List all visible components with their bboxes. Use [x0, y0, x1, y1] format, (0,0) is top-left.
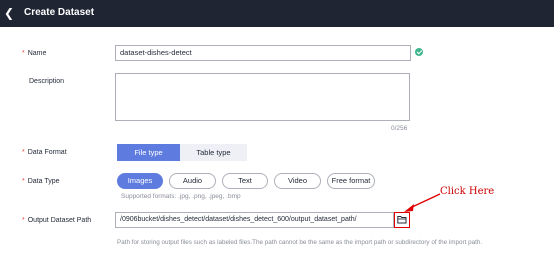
output-path-input[interactable]: /0906bucket/dishes_detect/dataset/dishes…: [115, 212, 394, 228]
arrow-annotation-icon: [404, 193, 441, 212]
page-title: Create Dataset: [24, 7, 95, 18]
char-counter: 0/256: [391, 125, 408, 132]
description-textarea[interactable]: [115, 73, 410, 121]
description-label: Description: [29, 78, 65, 85]
click-here-annotation: Click Here: [440, 186, 495, 197]
audio-option[interactable]: Audio: [169, 173, 216, 189]
folder-icon: [397, 216, 407, 224]
page-header: ❮ Create Dataset: [0, 0, 554, 27]
name-input[interactable]: dataset-dishes-detect: [115, 45, 411, 61]
browse-folder-button[interactable]: [394, 212, 410, 228]
free-format-option[interactable]: Free format: [327, 173, 375, 189]
video-option[interactable]: Video: [274, 173, 321, 189]
table-type-button[interactable]: Table type: [180, 144, 247, 161]
chevron-left-icon[interactable]: ❮: [2, 6, 16, 20]
output-path-help: Path for storing output files such as la…: [117, 239, 483, 246]
check-circle-icon: [415, 48, 423, 56]
text-option[interactable]: Text: [222, 173, 268, 189]
name-label: * Name: [22, 50, 47, 57]
output-path-label: * Output Dataset Path: [22, 217, 92, 224]
images-option[interactable]: Images: [117, 173, 163, 189]
data-type-label: * Data Type: [22, 178, 60, 185]
data-format-label: * Data Format: [22, 149, 67, 156]
file-type-button[interactable]: File type: [117, 144, 180, 161]
supported-formats-hint: Supported formats: .jpg, .png, .jpeg, .b…: [121, 193, 241, 200]
